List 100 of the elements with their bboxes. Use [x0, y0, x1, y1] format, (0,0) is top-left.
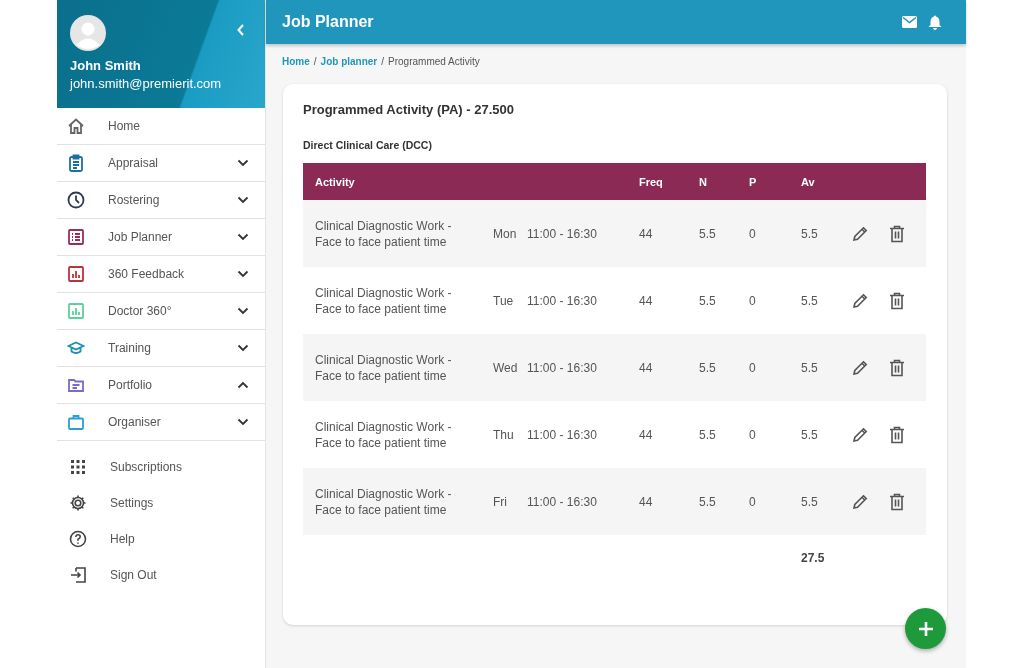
table-cell: 44 — [639, 226, 653, 241]
pencil-icon[interactable] — [851, 492, 869, 511]
page-title: Job Planner — [282, 13, 374, 31]
column-header: P — [749, 175, 757, 188]
table-cell: 5.5 — [699, 360, 716, 375]
nav-label: Portfolio — [108, 378, 154, 392]
avatar-icon — [70, 15, 106, 51]
table-cell: 0 — [749, 226, 756, 241]
plus-icon — [916, 619, 935, 638]
column-header: Freq — [639, 175, 663, 188]
time-cell: 11:00 - 16:30 — [527, 293, 597, 308]
nav-item[interactable]: Doctor 360° — [57, 293, 265, 330]
table-cell: 5.5 — [801, 427, 818, 442]
pencil-icon[interactable] — [851, 358, 869, 377]
collapse-button[interactable] — [235, 22, 247, 38]
nav-item[interactable]: Sign Out — [57, 557, 265, 593]
table-cell: 5.5 — [699, 293, 716, 308]
table-cell: 44 — [639, 494, 653, 509]
nav-label: Appraisal — [108, 156, 160, 170]
activity-cell-text: Clinical Diagnostic Work - Face to face patient time — [315, 351, 453, 384]
nav-label: Doctor 360° — [108, 304, 173, 318]
breadcrumb-current: Programmed Activity — [388, 56, 480, 67]
list-icon — [67, 228, 85, 246]
chevron-up-icon — [237, 381, 249, 389]
column-header: Av — [801, 175, 815, 188]
nav-item[interactable]: Home — [57, 108, 265, 145]
activity-cell-text: Clinical Diagnostic Work - Face to face patient time — [315, 284, 453, 317]
pencil-icon[interactable] — [851, 224, 869, 243]
grid-icon — [69, 458, 87, 476]
nav-item[interactable]: Settings — [57, 485, 265, 521]
table-cell: 44 — [639, 360, 653, 375]
nav-item[interactable]: Training — [57, 330, 265, 367]
nav-label: Organiser — [108, 415, 162, 429]
chevron-down-icon — [237, 344, 249, 352]
column-header: Activity — [315, 175, 355, 188]
table-cell: 0 — [749, 360, 756, 375]
briefcase-icon — [67, 413, 85, 431]
table-cell: 5.5 — [801, 293, 818, 308]
trash-icon[interactable] — [889, 291, 905, 310]
nav-item[interactable]: Help — [57, 521, 265, 557]
activity-cell-text: Clinical Diagnostic Work - Face to face patient time — [315, 418, 453, 451]
table-cell: 44 — [639, 427, 653, 442]
bar-chart-icon — [67, 302, 85, 320]
day-cell: Mon — [493, 226, 517, 241]
nav-item[interactable]: Rostering — [57, 182, 265, 219]
trash-icon[interactable] — [889, 358, 905, 377]
section-title: Direct Clinical Care (DCC) — [303, 139, 433, 151]
day-cell: Fri — [493, 494, 507, 509]
time-cell: 11:00 - 16:30 — [527, 494, 597, 509]
chevron-down-icon — [237, 159, 249, 167]
table-cell: 5.5 — [801, 494, 818, 509]
user-name: John Smith — [70, 58, 142, 73]
chevron-down-icon — [237, 233, 249, 241]
nav-item[interactable]: Job Planner — [57, 219, 265, 256]
trash-icon[interactable] — [889, 425, 905, 444]
nav-item[interactable]: Subscriptions — [57, 449, 265, 485]
nav-label: Rostering — [108, 193, 161, 207]
time-cell: 11:00 - 16:30 — [527, 360, 597, 375]
column-header: N — [699, 175, 707, 188]
nav-label: Sign Out — [110, 568, 158, 582]
nav-item[interactable]: Appraisal — [57, 145, 265, 182]
chevron-down-icon — [237, 418, 249, 426]
nav-label: Job Planner — [108, 230, 174, 244]
bell-icon[interactable] — [928, 14, 942, 30]
trash-icon[interactable] — [889, 492, 905, 511]
pencil-icon[interactable] — [851, 425, 869, 444]
chevron-down-icon — [237, 196, 249, 204]
breadcrumb-separator: / — [313, 56, 317, 67]
clock-icon — [67, 191, 85, 209]
day-cell: Tue — [493, 293, 514, 308]
table-cell: 5.5 — [699, 226, 716, 241]
table-cell: 0 — [749, 293, 756, 308]
card-title: Programmed Activity (PA) - 27.500 — [303, 102, 515, 117]
nav-item[interactable]: 360 Feedback — [57, 256, 265, 293]
chevron-down-icon — [237, 270, 249, 278]
table-cell: 5.5 — [801, 226, 818, 241]
nav-item[interactable]: Organiser — [57, 404, 265, 441]
trash-icon[interactable] — [889, 224, 905, 243]
gear-icon — [69, 494, 87, 512]
breadcrumb-separator: / — [381, 56, 385, 67]
table-cell: 5.5 — [699, 494, 716, 509]
nav-label: Settings — [110, 496, 155, 510]
table-cell: 0 — [749, 494, 756, 509]
table-cell: 5.5 — [801, 360, 818, 375]
day-cell: Thu — [493, 427, 514, 442]
time-cell: 11:00 - 16:30 — [527, 226, 597, 241]
exit-icon — [69, 566, 87, 584]
nav-label: 360 Feedback — [108, 267, 186, 281]
graduation-cap-icon — [67, 339, 85, 357]
activity-cell-text: Clinical Diagnostic Work - Face to face patient time — [315, 485, 453, 518]
table-cell: 0 — [749, 427, 756, 442]
table-cell: 5.5 — [699, 427, 716, 442]
pencil-icon[interactable] — [851, 291, 869, 310]
chevron-down-icon — [237, 307, 249, 315]
folder-icon — [67, 376, 85, 394]
clipboard-icon — [67, 154, 85, 172]
nav-item[interactable]: Portfolio — [57, 367, 265, 404]
total-value: 27.5 — [801, 551, 825, 565]
mail-icon[interactable] — [902, 16, 917, 28]
help-icon — [69, 530, 87, 548]
